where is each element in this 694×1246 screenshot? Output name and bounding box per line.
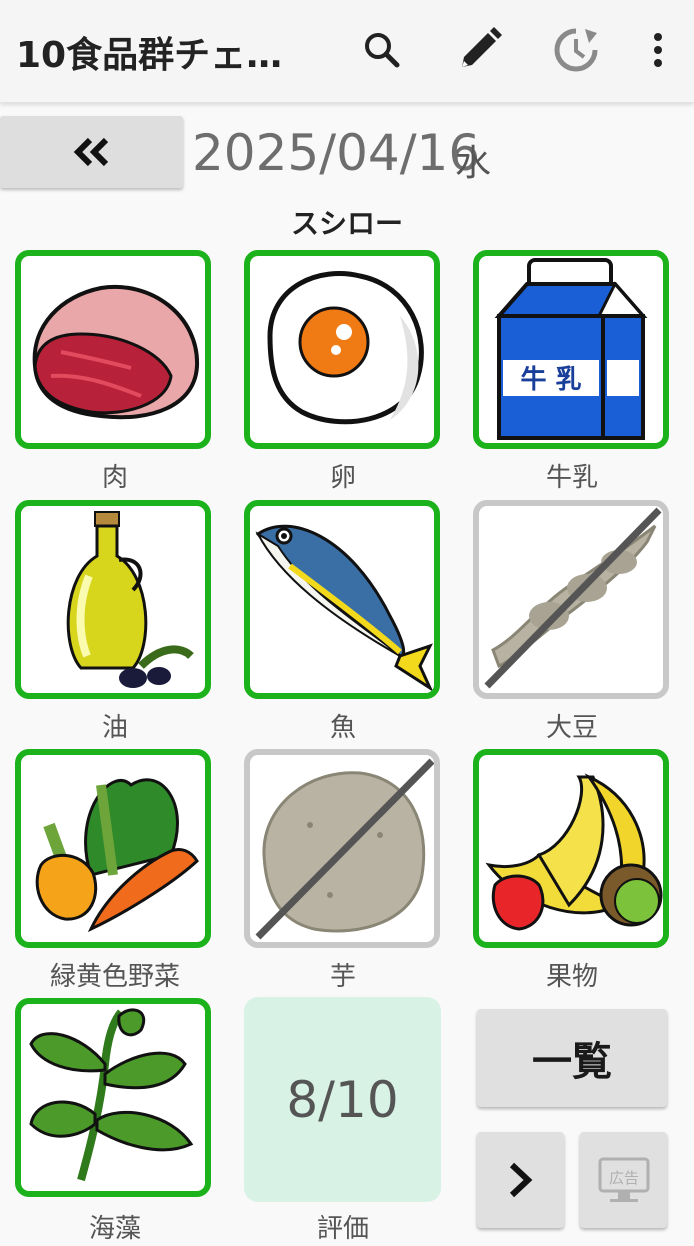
search-icon[interactable] (354, 22, 410, 78)
food-tile-seaweed[interactable] (15, 998, 211, 1197)
food-label: 海藻 (88, 1214, 141, 1244)
food-tile-soybean[interactable] (473, 500, 669, 699)
fish-icon (255, 524, 434, 693)
chevron-right-icon (509, 1162, 532, 1198)
food-label: 魚 (329, 713, 356, 743)
ad-button[interactable]: 広告 (580, 1132, 667, 1228)
score-card: 8/10 (244, 997, 441, 1202)
double-chevron-left-icon (73, 137, 108, 167)
previous-day-button[interactable] (0, 116, 183, 188)
food-label: 卵 (329, 463, 356, 493)
milk-carton-text: 牛 乳 (520, 365, 581, 395)
potato-icon (255, 758, 434, 940)
meat-icon (32, 284, 200, 420)
oil-bottle-icon (66, 511, 194, 688)
food-label: 肉 (101, 463, 128, 493)
app-title: 10食品群チェ… (16, 35, 283, 76)
food-tile-potato[interactable] (244, 749, 440, 948)
food-label: 牛乳 (545, 463, 598, 493)
food-tile-fruit[interactable] (473, 749, 669, 948)
next-button[interactable] (477, 1132, 564, 1228)
food-tile-meat[interactable] (15, 250, 211, 449)
fruit-icon (485, 773, 663, 931)
seaweed-icon (29, 1008, 194, 1182)
more-vert-icon[interactable] (630, 22, 686, 78)
place-name[interactable]: スシロー (0, 202, 694, 242)
list-button-label: 一覧 (532, 1039, 612, 1085)
food-label: 大豆 (545, 713, 598, 743)
app-bar: 10食品群チェ… (0, 0, 694, 103)
food-tile-green-yellow-vegetables[interactable] (15, 749, 211, 948)
history-icon[interactable] (548, 22, 604, 78)
food-label: 緑黄色野菜 (49, 962, 180, 992)
food-tile-oil[interactable] (15, 500, 211, 699)
food-tile-milk[interactable]: 牛 乳 (473, 250, 669, 449)
score-label: 評価 (316, 1214, 369, 1244)
current-date[interactable]: 2025/04/16 (192, 124, 480, 182)
ad-monitor-icon: 広告 (598, 1157, 649, 1202)
weekday: 水 (455, 143, 492, 184)
score-value: 8/10 (286, 1070, 399, 1129)
milk-carton-icon: 牛 乳 (494, 258, 648, 440)
food-label: 油 (101, 713, 128, 743)
ad-label: 広告 (608, 1169, 638, 1187)
food-label: 芋 (329, 962, 356, 992)
food-tile-egg[interactable] (244, 250, 440, 449)
food-label: 果物 (545, 962, 598, 992)
list-button[interactable]: 一覧 (477, 1009, 667, 1107)
soybean-icon (484, 507, 662, 689)
vegetables-icon (35, 778, 199, 933)
egg-icon (267, 271, 424, 425)
food-tile-fish[interactable] (244, 500, 440, 699)
edit-pencil-icon[interactable] (451, 22, 507, 78)
